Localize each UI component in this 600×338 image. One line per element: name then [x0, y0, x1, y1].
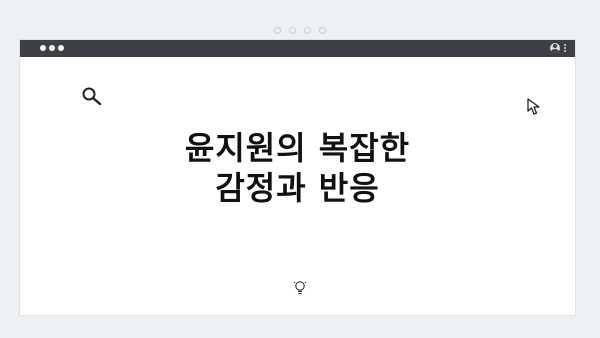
title-line-1: 윤지원의 복잡한	[184, 129, 411, 167]
dot	[319, 27, 326, 34]
search-icon	[82, 87, 102, 106]
dot	[274, 27, 281, 34]
minimize-dot[interactable]	[49, 45, 55, 51]
page-title: 윤지원의 복잡한 감정과 반응	[20, 128, 575, 208]
dot	[304, 27, 311, 34]
dot	[289, 27, 296, 34]
close-dot[interactable]	[40, 45, 46, 51]
window-titlebar	[20, 40, 575, 57]
user-icon[interactable]	[550, 43, 560, 53]
lightbulb-icon	[293, 281, 307, 295]
titlebar-actions	[550, 43, 566, 53]
cursor-icon	[527, 98, 540, 115]
pagination-dots-icon	[274, 27, 326, 34]
page-background: 윤지원의 복잡한 감정과 반응	[0, 0, 600, 338]
kebab-menu-icon[interactable]	[564, 44, 566, 52]
browser-window: 윤지원의 복잡한 감정과 반응	[20, 40, 575, 315]
window-controls-icon[interactable]	[40, 45, 64, 51]
title-line-2: 감정과 반응	[215, 169, 380, 207]
maximize-dot[interactable]	[58, 45, 64, 51]
